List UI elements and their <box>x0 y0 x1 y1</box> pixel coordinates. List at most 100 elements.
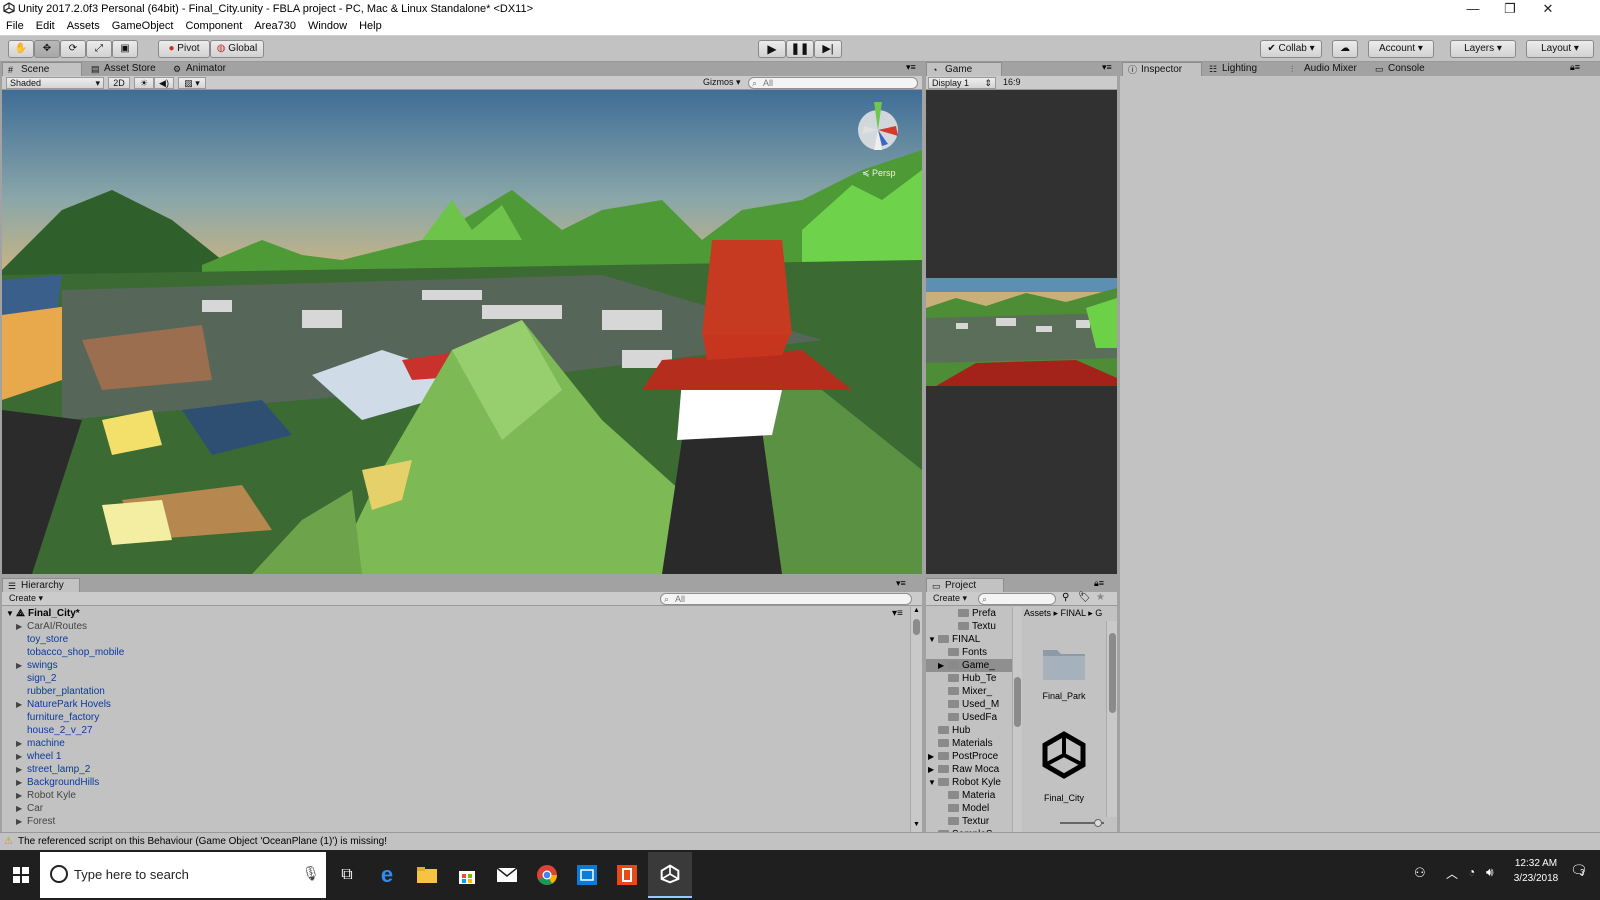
tab-inspector[interactable]: ⓘ Inspector <box>1122 62 1202 76</box>
effects-dropdown[interactable]: ▨ ▾ <box>178 77 206 89</box>
lock-icon[interactable]: 🔒︎≡ <box>1570 62 1580 73</box>
icon-size-slider-thumb[interactable] <box>1094 819 1102 827</box>
close-window-button[interactable]: ✕ <box>1530 0 1566 18</box>
minimize-button[interactable]: — <box>1455 0 1491 18</box>
project-create-dropdown[interactable]: Create ▾ <box>930 593 972 605</box>
hierarchy-scrollbar[interactable]: ▲ ▼ <box>910 607 922 832</box>
hierarchy-create-dropdown[interactable]: Create ▾ <box>6 593 48 605</box>
menu-area730[interactable]: Area730 <box>248 18 302 32</box>
project-tree-item[interactable]: ▼ FINAL <box>926 633 1012 646</box>
project-tree-item[interactable]: UsedFa <box>926 711 1012 724</box>
expand-arrow-icon[interactable]: ▶ <box>16 659 22 672</box>
game-viewport[interactable] <box>926 90 1117 574</box>
project-assets-scroll-thumb[interactable] <box>1109 633 1116 713</box>
account-dropdown[interactable]: Account ▾ <box>1368 40 1434 58</box>
hierarchy-row[interactable]: sign_2 <box>2 672 908 685</box>
taskbar-file-explorer[interactable] <box>410 858 444 892</box>
menu-edit[interactable]: Edit <box>30 18 61 32</box>
taskbar-chrome[interactable] <box>530 858 564 892</box>
project-panel-menu-icon[interactable]: 🔒︎≡ <box>1094 578 1104 589</box>
menu-help[interactable]: Help <box>353 18 388 32</box>
microphone-icon[interactable]: 🎙︎ <box>302 865 320 882</box>
pivot-toggle[interactable]: ● Pivot <box>158 40 210 58</box>
taskbar-app-blue[interactable] <box>570 858 604 892</box>
rect-tool-button[interactable]: ▣ <box>112 40 138 58</box>
hierarchy-row[interactable]: ▶ Forest <box>2 815 908 828</box>
hierarchy-row[interactable]: house_2_v_27 <box>2 724 908 737</box>
hierarchy-search-input[interactable]: ⌕ All <box>660 593 912 605</box>
expand-arrow-icon[interactable]: ▶ <box>16 815 22 828</box>
taskbar-unity[interactable] <box>648 852 692 898</box>
project-assets-scrollbar[interactable] <box>1106 621 1117 817</box>
hierarchy-row[interactable]: ▶ Robot Kyle <box>2 789 908 802</box>
scale-tool-button[interactable]: ⤢ <box>86 40 112 58</box>
collab-dropdown[interactable]: ✔ Collab ▾ <box>1260 40 1322 58</box>
2d-toggle[interactable]: 2D <box>108 77 130 89</box>
hierarchy-row[interactable]: furniture_factory <box>2 711 908 724</box>
tree-arrow-icon[interactable]: ▶ <box>928 763 934 776</box>
restore-button[interactable]: ❐ <box>1492 0 1528 18</box>
network-icon[interactable]: ◔ <box>1468 865 1475 879</box>
favorite-star-icon[interactable]: ★ <box>1096 592 1105 603</box>
tree-arrow-icon[interactable]: ▶ <box>938 659 944 672</box>
breadcrumb-assets[interactable]: Assets <box>1024 608 1051 618</box>
hierarchy-row[interactable]: ▶ Car <box>2 802 908 815</box>
taskbar-search-box[interactable]: Type here to search 🎙︎ <box>40 852 326 898</box>
pause-button[interactable]: ❚❚ <box>786 40 814 58</box>
project-tree-item[interactable]: Fonts <box>926 646 1012 659</box>
project-tree-item[interactable]: Materials <box>926 737 1012 750</box>
menu-file[interactable]: File <box>0 18 30 32</box>
scene-root-row[interactable]: ▼ ⟁ Final_City* ▾≡ <box>2 607 912 620</box>
expand-arrow-icon[interactable]: ▶ <box>16 750 22 763</box>
tab-console[interactable]: ▭ Console <box>1370 62 1440 76</box>
scene-search-input[interactable]: ⌕ All <box>748 77 918 89</box>
project-tree-item[interactable]: Hub <box>926 724 1012 737</box>
expand-arrow-icon[interactable]: ▶ <box>16 763 22 776</box>
people-icon[interactable]: ⚇ <box>1414 865 1426 881</box>
expand-arrow-icon[interactable]: ▶ <box>16 620 22 633</box>
tab-animator[interactable]: ⚙ Animator <box>168 62 248 76</box>
hierarchy-row[interactable]: ▶ NaturePark Hovels <box>2 698 908 711</box>
hierarchy-row[interactable]: ▶ CarAI/Routes <box>2 620 908 633</box>
hierarchy-row[interactable]: ▶ wheel 1 <box>2 750 908 763</box>
task-view-button[interactable]: ⧉ <box>330 858 364 892</box>
tree-arrow-icon[interactable]: ▶ <box>928 750 934 763</box>
label-tag-icon[interactable]: 🏷︎ <box>1078 592 1091 603</box>
expand-arrow-icon[interactable]: ▶ <box>16 789 22 802</box>
tree-arrow-icon[interactable]: ▼ <box>928 633 936 646</box>
expand-arrow-icon[interactable]: ▶ <box>16 802 22 815</box>
breadcrumb-current[interactable]: G <box>1095 608 1102 618</box>
hierarchy-row[interactable]: rubber_plantation <box>2 685 908 698</box>
tree-arrow-icon[interactable]: ▼ <box>928 776 936 789</box>
asset-final-park[interactable]: Final_Park <box>1024 626 1104 706</box>
shading-mode-dropdown[interactable]: Shaded ▾ <box>6 77 104 89</box>
action-center-button[interactable]: 🗨︎ 3 <box>1570 862 1588 879</box>
clock[interactable]: 12:32 AM 3/23/2018 <box>1508 856 1564 886</box>
collapse-arrow-icon[interactable]: ▼ <box>6 607 14 620</box>
step-button[interactable]: ▶| <box>814 40 842 58</box>
menu-assets[interactable]: Assets <box>61 18 106 32</box>
panel-menu-icon[interactable]: ▾≡ <box>906 62 916 73</box>
project-tree-scrollbar[interactable] <box>1012 607 1022 832</box>
scene-viewport[interactable]: ≼ Persp <box>2 90 922 574</box>
project-tree-item[interactable]: Mixer_ <box>926 685 1012 698</box>
project-tree-item[interactable]: ▶ Game_ <box>926 659 1012 672</box>
status-bar[interactable]: ⚠ The referenced script on this Behaviou… <box>0 832 1600 850</box>
aspect-dropdown[interactable]: 16:9 <box>1000 77 1060 89</box>
project-tree-scroll-thumb[interactable] <box>1014 677 1021 727</box>
hierarchy-row[interactable]: ▶ BackgroundHills <box>2 776 908 789</box>
rotate-tool-button[interactable]: ⟳ <box>60 40 86 58</box>
tab-audio-mixer[interactable]: ⫶ Audio Mixer <box>1286 62 1370 76</box>
hierarchy-scroll-thumb[interactable] <box>913 619 920 635</box>
taskbar-office[interactable] <box>610 858 644 892</box>
tab-asset-store[interactable]: ▤ Asset Store <box>86 62 168 76</box>
global-toggle[interactable]: ◍ Global <box>210 40 264 58</box>
expand-arrow-icon[interactable]: ▶ <box>16 737 22 750</box>
tab-scene[interactable]: # Scene <box>2 62 82 76</box>
taskbar-mail[interactable] <box>490 858 524 892</box>
project-tree-item[interactable]: Used_M <box>926 698 1012 711</box>
layout-dropdown[interactable]: Layout ▾ <box>1526 40 1594 58</box>
project-tree-item[interactable]: ▼ Robot Kyle <box>926 776 1012 789</box>
display-dropdown[interactable]: Display 1 ⇕ <box>928 77 996 89</box>
tab-hierarchy[interactable]: ☰ Hierarchy <box>2 578 80 592</box>
